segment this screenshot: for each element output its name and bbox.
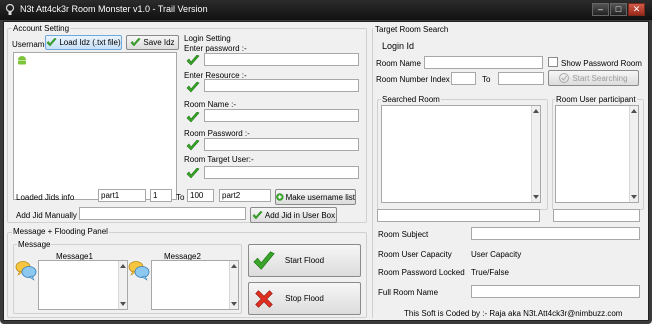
room-name-label: Room Name :- (184, 100, 237, 109)
add-jid-button-label: Add Jid in User Box (264, 210, 336, 220)
room-user-participant-list[interactable] (555, 105, 639, 203)
room-subject-input[interactable] (471, 227, 640, 240)
part2-input[interactable]: part2 (219, 189, 271, 202)
index-to-label: To (482, 75, 491, 84)
search-check-icon (559, 73, 570, 83)
searched-room-legend: Searched Room (381, 95, 441, 104)
room-name-input[interactable] (204, 109, 359, 122)
login-setting-legend: Login Setting (184, 34, 231, 43)
enter-password-label: Enter password :- (184, 44, 247, 53)
room-user-capacity-value: User Capacity (471, 250, 522, 259)
load-idz-label: Load Idz (.txt file) (59, 38, 121, 47)
room-user-participant-legend: Room User participant (555, 95, 637, 104)
to-input[interactable]: 100 (187, 189, 214, 202)
room-password-input[interactable] (204, 138, 359, 151)
room-password-locked-value: True/False (471, 268, 509, 277)
android-icon (18, 56, 26, 65)
main-panel: Account Setting Username Load Idz (.txt … (3, 21, 649, 321)
make-username-list-label: Make username list (285, 192, 355, 202)
room-target-user-label: Room Target User:- (184, 155, 254, 164)
target-user-check-icon (186, 168, 200, 179)
full-room-name-label: Full Room Name (378, 288, 439, 297)
add-jid-button[interactable]: Add Jid in User Box (250, 207, 337, 223)
index-to-input[interactable] (498, 72, 544, 85)
message-legend: Message (17, 240, 52, 249)
start-searching-button[interactable]: Start Searching (548, 70, 639, 86)
check-icon (252, 211, 263, 220)
password-input[interactable] (204, 53, 359, 66)
maximize-button[interactable]: □ (610, 3, 627, 16)
show-password-checkbox[interactable] (548, 57, 558, 67)
load-idz-button[interactable]: Load Idz (.txt file) (45, 35, 122, 50)
login-id-label: Login Id (382, 41, 415, 51)
start-flood-label: Start Flood (284, 256, 325, 265)
flooding-panel-legend: Message + Flooding Panel (12, 227, 109, 236)
room-password-label: Room Password :- (184, 129, 250, 138)
searched-room-list[interactable] (381, 105, 541, 203)
stop-flood-label: Stop Flood (285, 294, 324, 303)
start-searching-label: Start Searching (572, 73, 628, 83)
room-user-capacity-label: Room User Capacity (378, 250, 452, 259)
check-icon (253, 251, 275, 271)
message1-textarea[interactable] (38, 260, 128, 310)
app-window: N3t Att4ck3r Room Monster v1.0 - Trail V… (0, 0, 652, 324)
app-icon (5, 4, 15, 15)
account-setting-legend: Account Setting (12, 24, 71, 33)
to-label: To (176, 193, 185, 202)
save-idz-label: Save Idz (143, 38, 175, 47)
searched-room-input[interactable] (377, 209, 540, 222)
resource-input[interactable] (204, 79, 359, 92)
room-number-index-label: Room Number Index (376, 75, 450, 84)
message2-textarea[interactable] (151, 260, 239, 310)
target-room-search-legend: Target Room Search (375, 25, 449, 34)
check-icon (130, 38, 141, 47)
add-jid-label: Add Jid Manually (16, 211, 77, 220)
footer-credit: This Soft is Coded by :- Raja aka N3t.At… (404, 309, 623, 318)
target-user-input[interactable] (204, 166, 359, 179)
room-password-locked-label: Room Password Locked (378, 268, 465, 277)
from-input[interactable]: 1 (150, 189, 172, 202)
participant-input[interactable] (553, 209, 640, 222)
close-button[interactable]: ✕ (628, 3, 645, 16)
password-check-icon (186, 55, 200, 66)
make-username-list-button[interactable]: Make username list (275, 189, 356, 205)
full-room-name-input[interactable] (471, 285, 640, 298)
show-password-label: Show Password Room (561, 59, 642, 68)
plus-icon (276, 192, 284, 202)
minimize-button[interactable]: – (592, 3, 609, 16)
target-room-name-input[interactable] (424, 56, 543, 69)
username-list[interactable] (13, 52, 177, 200)
loaded-jids-label: Loaded Jids info (16, 193, 75, 202)
save-idz-button[interactable]: Save Idz (126, 35, 179, 50)
part1-input[interactable]: part1 (98, 189, 146, 202)
divider (372, 28, 373, 318)
index-from-input[interactable] (451, 72, 476, 85)
stop-flood-button[interactable]: Stop Flood (248, 282, 361, 315)
window-title: N3t Att4ck3r Room Monster v1.0 - Trail V… (20, 4, 208, 14)
chat-bubbles-icon (128, 259, 150, 281)
username-label: Username (12, 40, 49, 49)
add-jid-input[interactable] (79, 207, 246, 220)
cross-icon (253, 288, 275, 310)
room-password-check-icon (186, 140, 200, 151)
start-flood-button[interactable]: Start Flood (248, 244, 361, 277)
chat-bubbles-icon (15, 259, 37, 281)
check-icon (46, 38, 57, 47)
room-name-check-icon (186, 112, 200, 123)
room-subject-label: Room Subject (378, 230, 429, 239)
resource-check-icon (186, 82, 200, 93)
target-room-name-label: Room Name (376, 59, 421, 68)
title-bar: N3t Att4ck3r Room Monster v1.0 - Trail V… (0, 0, 652, 20)
